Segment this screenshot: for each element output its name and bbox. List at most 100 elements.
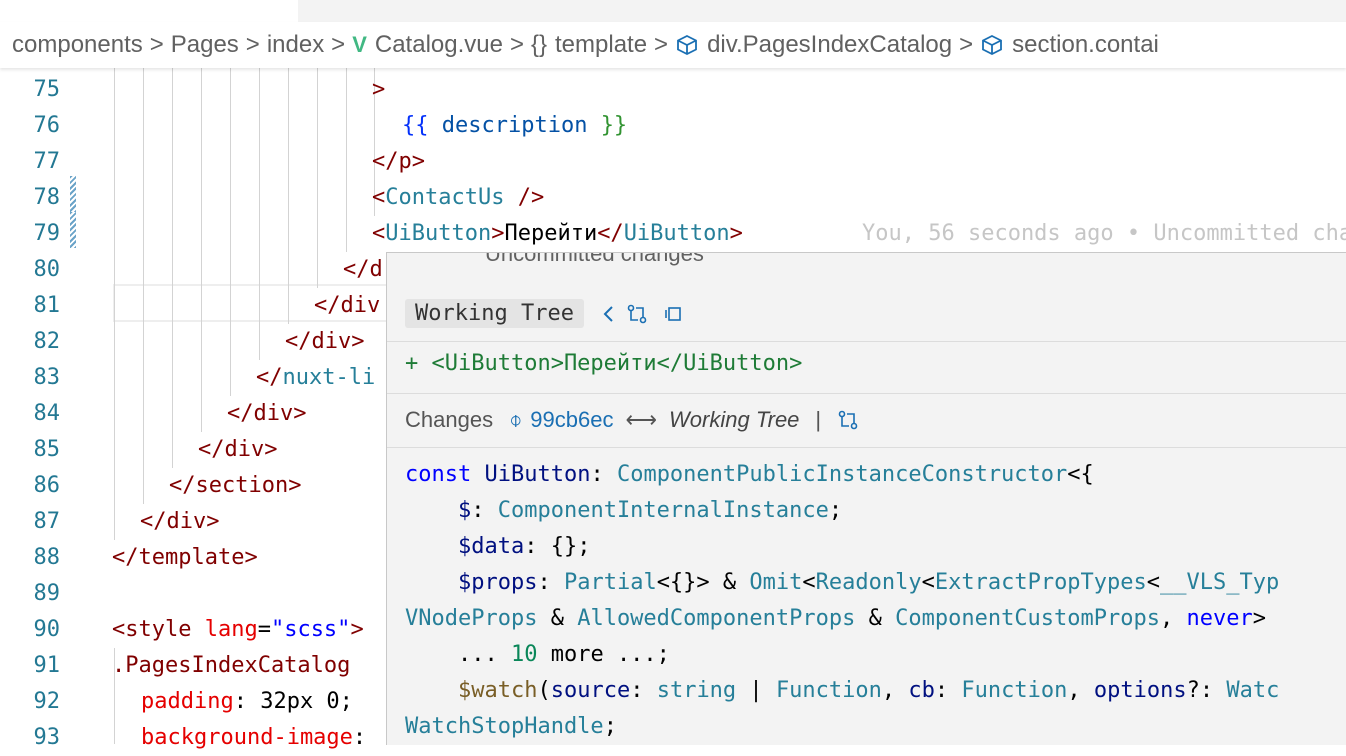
working-tree-badge[interactable]: Working Tree <box>405 299 584 328</box>
signature-line: $: ComponentInternalInstance; <box>405 493 842 529</box>
type-token: __VLS_Typ <box>1160 570 1280 595</box>
type-token: Omit <box>749 570 803 595</box>
signature-line: $props: Partial<{}> & Omit<Readonly<Extr… <box>405 565 1279 601</box>
breadcrumb-label: Catalog.vue <box>374 31 503 58</box>
parameter-token: cb <box>908 678 935 703</box>
code-text: <style lang="scss"> <box>112 612 364 648</box>
signature-line: $data: {}; <box>405 529 590 565</box>
divider <box>387 341 1346 342</box>
type-token: Readonly <box>815 570 922 595</box>
line-number: 80 <box>33 257 61 282</box>
compare-changes-icon[interactable] <box>837 409 859 431</box>
git-blame-annotation[interactable]: You, 56 seconds ago • Uncommitted change… <box>862 216 1346 252</box>
tab-strip <box>0 0 1346 22</box>
ellipsis-token: more ...; <box>537 642 670 667</box>
tag-token: p <box>398 149 412 174</box>
breadcrumb-item-components[interactable]: components <box>12 31 143 59</box>
open-changes-icon[interactable] <box>662 303 684 325</box>
breadcrumb-label: section.contai <box>1012 31 1159 58</box>
line-number: 86 <box>33 473 61 498</box>
property-token: padding <box>141 689 234 714</box>
punctuation-token: & <box>855 606 896 631</box>
component-token: nuxt-li <box>282 365 376 390</box>
signature-line: ... 10 more ...; <box>405 637 670 673</box>
punctuation-token: : <box>590 462 617 487</box>
vue-icon: V <box>352 32 367 57</box>
changes-row: Changes ⌽ 99cb6ec ⟷ Working Tree | <box>405 407 859 433</box>
compare-changes-icon[interactable] <box>626 303 648 325</box>
line-number: 82 <box>33 329 61 354</box>
breadcrumb: components > Pages > index > V Catalog.v… <box>0 22 1346 68</box>
tag-token: </div> <box>227 401 307 426</box>
code-text: </template> <box>112 540 258 576</box>
type-token: ComponentCustomProps <box>895 606 1161 631</box>
identifier-token: $data <box>457 534 525 559</box>
breadcrumb-item-index[interactable]: index <box>267 31 324 59</box>
tag-token: </div> <box>140 509 220 534</box>
breadcrumb-item-div-pagesindexcatalog[interactable]: div.PagesIndexCatalog <box>675 31 952 59</box>
punctuation-token: ?: <box>1186 678 1227 703</box>
text-token: = <box>257 617 271 642</box>
identifier-token: UiButton <box>484 462 591 487</box>
code-text: <UiButton>Перейти</UiButton> <box>372 216 743 252</box>
punctuation-token: & <box>537 606 578 631</box>
chevron-right-icon: > <box>654 31 669 58</box>
tag-token: </ <box>597 221 624 246</box>
tag-token: > <box>729 221 743 246</box>
type-token: Function <box>775 678 882 703</box>
code-text: {{ description }} <box>402 108 627 144</box>
code-text: </p> <box>372 144 425 180</box>
brace-token: }} <box>600 113 628 138</box>
commit-icon: ⌽ <box>509 407 523 432</box>
working-tree-link[interactable]: Working Tree <box>669 407 799 433</box>
line-number: 89 <box>33 581 61 606</box>
identifier-token: $ <box>457 498 472 523</box>
hover-popup[interactable]: Uncommitted changes Working Tree + <UiBu… <box>386 252 1346 745</box>
hover-truncated-text: Uncommitted changes <box>485 252 704 266</box>
tag-token: <style <box>112 617 205 642</box>
punctuation-token: : {}; <box>524 534 591 559</box>
breadcrumb-label: template <box>555 31 648 58</box>
tag-token: < <box>372 221 386 246</box>
punctuation-token: > <box>1252 606 1266 631</box>
breadcrumb-item-section[interactable]: section.contai <box>980 31 1159 59</box>
tag-token: /> <box>504 185 545 210</box>
ellipsis-token: ... <box>405 642 511 667</box>
chevron-left-icon[interactable] <box>598 303 620 325</box>
commit-link[interactable]: 99cb6ec <box>530 407 613 433</box>
line-number: 83 <box>33 365 61 390</box>
punctuation-token: : <box>537 570 564 595</box>
breadcrumb-item-template[interactable]: {} template <box>531 31 647 59</box>
code-text: </div> <box>140 504 219 540</box>
diff-added-line: + <UiButton>Перейти</UiButton> <box>405 351 803 376</box>
tag-token: </div> <box>285 329 365 354</box>
tag-token: > <box>491 221 505 246</box>
keyword-token: never <box>1186 606 1253 631</box>
signature-line: $watch(source: string | Function, cb: Fu… <box>405 673 1279 709</box>
tag-token: </div> <box>198 437 278 462</box>
active-editor-tab[interactable] <box>0 0 298 22</box>
punctuation-token: | <box>736 678 776 703</box>
line-number: 92 <box>33 689 61 714</box>
type-token: VNodeProps <box>405 606 538 631</box>
line-number: 81 <box>33 293 61 318</box>
keyword-token: const <box>405 462 485 487</box>
line-number: 79 <box>33 221 61 246</box>
breadcrumb-item-pages[interactable]: Pages <box>171 31 239 59</box>
string-token: "scss" <box>270 617 351 642</box>
punctuation-token: < <box>802 570 816 595</box>
type-token: string <box>656 678 737 703</box>
changes-label: Changes <box>405 407 494 432</box>
code-line-77: 77 </p> <box>0 144 1346 180</box>
breadcrumb-label: components <box>12 31 143 58</box>
breadcrumb-label: Pages <box>170 31 239 58</box>
text-token: Перейти <box>504 221 598 246</box>
identifier-token: $props <box>457 570 538 595</box>
component-token: UiButton <box>385 221 492 246</box>
attribute-token: lang <box>204 617 258 642</box>
type-token: AllowedComponentProps <box>577 606 856 631</box>
breadcrumb-item-catalog-vue[interactable]: V Catalog.vue <box>352 31 503 59</box>
type-token: Watc <box>1226 678 1280 703</box>
